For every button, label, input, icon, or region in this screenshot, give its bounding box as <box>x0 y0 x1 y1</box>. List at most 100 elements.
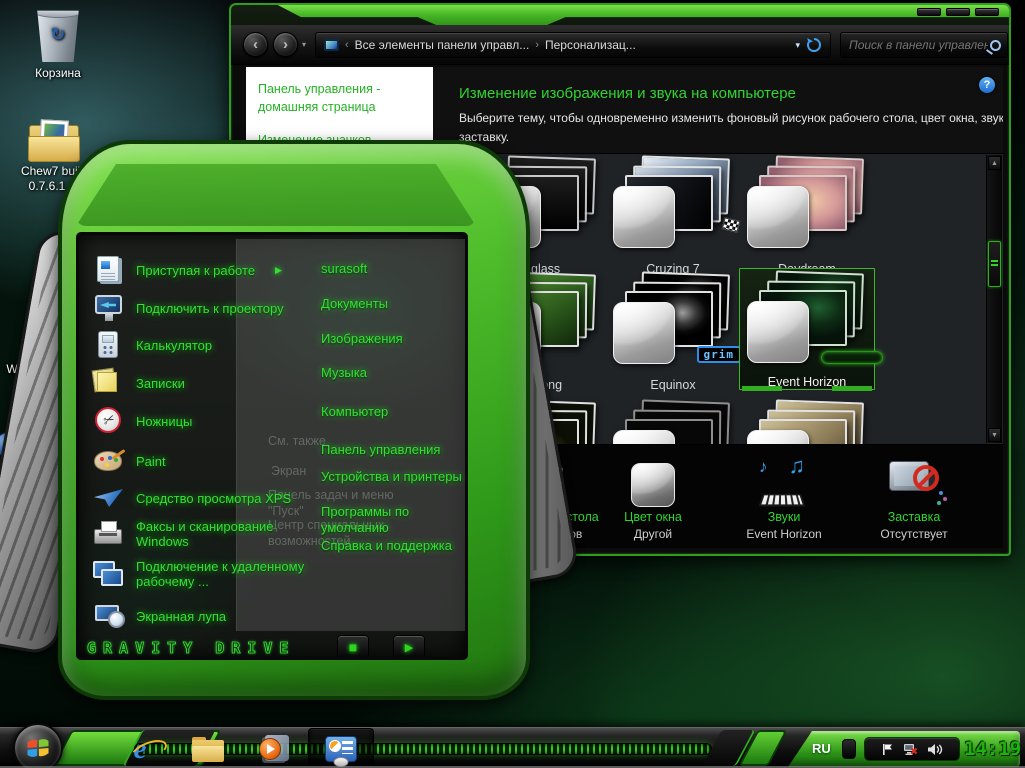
startmenu-item-fax-scan[interactable]: Факсы и сканирование Windows <box>93 519 299 549</box>
option-title: Заставка <box>888 510 941 524</box>
startmenu-item-projector[interactable]: Подключить к проектору <box>93 293 305 323</box>
startmenu-item-documents[interactable]: Документы <box>321 296 463 312</box>
calculator-icon <box>93 330 125 360</box>
shutdown-options-button[interactable]: ▶ <box>393 635 425 659</box>
theme-thumbnail: grim <box>613 273 733 367</box>
note-icon: ♪ <box>759 457 768 477</box>
start-menu-screen: См. также Экран Панель задач и меню "Пус… <box>76 232 468 660</box>
xps-viewer-icon <box>93 483 125 513</box>
event-horizon-badge <box>821 351 883 364</box>
startmenu-item-snipping-tool[interactable]: ✂ Ножницы <box>93 406 305 436</box>
shutdown-button[interactable]: ■ <box>337 635 369 659</box>
theme-item-partial[interactable] <box>605 398 741 445</box>
startmenu-item-sticky-notes[interactable]: Записки <box>93 368 305 398</box>
start-button[interactable] <box>13 723 63 768</box>
stop-icon: ■ <box>349 639 357 655</box>
theme-thumbnail <box>747 157 867 251</box>
sidebar-link-home[interactable]: Панель управления - домашняя страница <box>258 81 421 116</box>
theme-label: Event Horizon <box>768 375 847 389</box>
back-button[interactable]: ‹ <box>243 32 268 57</box>
media-player-icon <box>259 735 289 763</box>
breadcrumb-separator-icon: › <box>535 39 539 51</box>
startmenu-item-xps-viewer[interactable]: Средство просмотра XPS <box>93 483 305 513</box>
startmenu-item-magnifier[interactable]: Экранная лупа <box>93 601 305 631</box>
taskbar-item-internet-explorer[interactable]: e <box>122 732 158 766</box>
startmenu-item-pictures[interactable]: Изображения <box>321 331 463 347</box>
close-button[interactable] <box>975 8 999 16</box>
option-title: Цвет окна <box>624 510 682 524</box>
themes-scrollbar[interactable]: ▲ ▼ <box>986 155 1002 443</box>
theme-item-daydream[interactable]: Daydream <box>739 154 875 276</box>
breadcrumb-item-control-panel[interactable]: Все элементы панели управл... <box>355 38 530 52</box>
system-tray: RU 14:19 <box>782 731 1020 767</box>
folder-icon <box>192 737 224 762</box>
screensaver-icon <box>887 459 941 507</box>
startmenu-item-getting-started[interactable]: Приступая к работе <box>93 255 305 285</box>
snipping-tool-icon: ✂ <box>93 406 125 436</box>
language-indicator[interactable]: RU <box>812 741 831 756</box>
network-error-icon[interactable] <box>903 743 918 756</box>
page-title: Изменение изображения и звука на компьют… <box>459 85 796 102</box>
startmenu-item-paint[interactable]: Paint <box>93 446 305 476</box>
window-color-icon <box>631 463 675 507</box>
taskbar: e RU <box>0 727 1025 768</box>
paint-icon <box>93 446 125 476</box>
theme-item-event-horizon-selected[interactable]: Event Horizon <box>739 268 875 390</box>
startmenu-item-user[interactable]: surasoft <box>321 261 463 277</box>
option-sounds[interactable]: ♪ ♫ Звуки Event Horizon <box>718 453 850 541</box>
forward-button[interactable]: › <box>273 32 298 57</box>
startmenu-footer: GRAVITY DRIVE ■ ▶ <box>87 635 457 660</box>
control-panel-location-icon <box>324 39 339 51</box>
search-box[interactable] <box>840 32 1008 58</box>
startmenu-item-music[interactable]: Музыка <box>321 365 463 381</box>
internet-explorer-icon: e <box>134 735 147 764</box>
theme-item-partial[interactable] <box>739 398 875 445</box>
taskbar-item-media-player[interactable] <box>256 732 292 766</box>
action-center-flag-icon[interactable] <box>881 743 894 756</box>
volume-icon[interactable] <box>927 743 943 756</box>
forward-icon: › <box>283 37 288 52</box>
theme-item-equinox[interactable]: grim Equinox <box>605 270 741 392</box>
scrollbar-thumb[interactable] <box>988 241 1001 287</box>
option-window-color[interactable]: Цвет окна Другой <box>587 453 719 541</box>
scroll-down-button[interactable]: ▼ <box>988 428 1001 442</box>
sticky-notes-icon <box>93 368 125 398</box>
startmenu-item-devices-printers[interactable]: Устройства и принтеры <box>321 469 463 485</box>
window-controls <box>917 8 999 16</box>
desktop: ↻ Корзина Chew7 build 0.7.6.1 (2 W Act M… <box>0 0 1025 768</box>
startmenu-item-remote-desktop[interactable]: Подключение к удаленному рабочему ... <box>93 559 313 589</box>
desktop-icon-recycle-bin[interactable]: ↻ Корзина <box>12 8 104 81</box>
startmenu-hood <box>76 164 476 226</box>
back-icon: ‹ <box>253 37 258 52</box>
recycle-glyph: ↻ <box>51 24 65 45</box>
startmenu-item-computer[interactable]: Компьютер <box>321 404 463 420</box>
option-screensaver[interactable]: Заставка Отсутствует <box>848 453 980 541</box>
theme-item-cruzing7[interactable]: Cruzing 7 <box>605 154 741 276</box>
help-button[interactable]: ? <box>979 77 995 93</box>
address-dropdown-icon[interactable]: ▾ <box>795 40 800 51</box>
startmenu-item-calculator[interactable]: Калькулятор <box>93 330 305 360</box>
breadcrumb[interactable]: ‹ Все элементы панели управл... › Персон… <box>315 32 831 58</box>
fax-scan-icon <box>93 519 125 549</box>
desktop-icon-label: Корзина <box>12 66 104 81</box>
minimize-button[interactable] <box>917 8 941 16</box>
taskbar-item-explorer[interactable] <box>190 732 226 766</box>
search-input[interactable] <box>847 37 990 53</box>
startmenu-item-default-programs[interactable]: Программы по умолчанию <box>321 504 463 536</box>
recent-pages-dropdown[interactable]: ▾ <box>302 40 306 49</box>
magnifier-icon <box>93 601 125 631</box>
grim-badge: grim <box>697 346 742 363</box>
refresh-icon[interactable] <box>806 37 822 53</box>
window-titlebar[interactable] <box>231 5 1009 27</box>
overflow-chevron-icon[interactable]: ‹ <box>345 39 349 51</box>
maximize-button[interactable] <box>946 8 970 16</box>
tray-clock[interactable]: 14:19 <box>964 738 1021 760</box>
option-title: Звуки <box>768 510 801 524</box>
sounds-icon: ♪ ♫ <box>757 457 811 507</box>
breadcrumb-item-personalization[interactable]: Персонализац... <box>545 38 636 52</box>
scroll-up-button[interactable]: ▲ <box>988 156 1001 170</box>
getting-started-icon <box>93 255 125 285</box>
startmenu-item-help-support[interactable]: Справка и поддержка <box>321 538 463 554</box>
startmenu-item-control-panel[interactable]: Панель управления <box>321 442 463 458</box>
taskbar-item-control-panel-active[interactable] <box>308 728 374 768</box>
